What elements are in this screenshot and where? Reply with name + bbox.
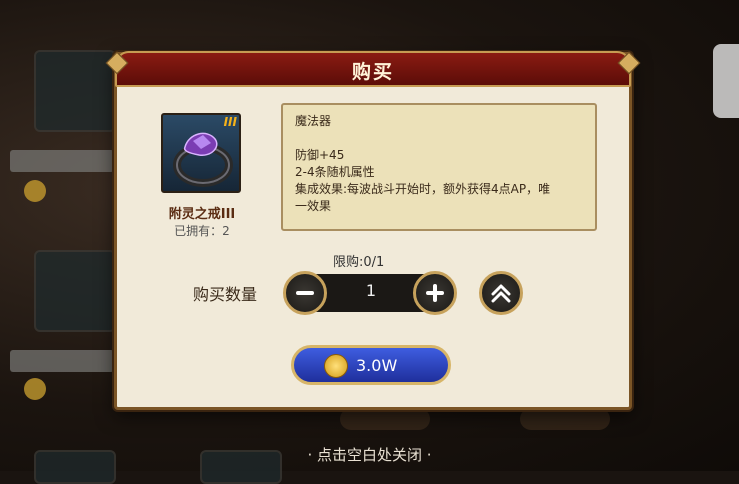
dialog-header: 购买: [115, 51, 631, 87]
background-item-slot: [34, 250, 116, 332]
background-shelf: [520, 408, 610, 430]
buy-button[interactable]: 3.0W: [291, 345, 451, 385]
item-icon-frame[interactable]: III: [161, 113, 241, 193]
description-line: 一效果: [295, 199, 332, 213]
purchase-dialog: 购买 III 附灵之戒III 已拥有：2 魔法器 防御+45 2-4条随机属性 …: [105, 51, 641, 410]
quantity-label: 购买数量: [193, 285, 258, 304]
description-line: [295, 130, 583, 147]
item-description: 魔法器 防御+45 2-4条随机属性 集成效果:每波战斗开始时，额外获得4点AP…: [281, 103, 597, 231]
increase-button[interactable]: [413, 271, 457, 315]
close-hint[interactable]: · 点击空白处关闭 ·: [0, 444, 739, 465]
double-chevron-up-icon: [491, 284, 511, 303]
description-line: 防御+45: [295, 148, 345, 162]
background-shelf: [340, 408, 430, 430]
minus-icon: [296, 291, 314, 295]
item-name: 附灵之戒III: [168, 207, 236, 222]
decrease-button[interactable]: [283, 271, 327, 315]
dialog-title: 购买: [351, 61, 394, 83]
price-label: 3.0W: [356, 356, 398, 375]
description-line: 魔法器: [295, 114, 332, 128]
background-item-label: [10, 350, 114, 372]
background-item-slot: [34, 50, 116, 132]
background-coin-icon: [24, 378, 46, 400]
plus-icon: [426, 284, 444, 302]
purchase-limit: 限购:0/1: [333, 255, 385, 270]
background-side-button: [713, 44, 739, 118]
description-line: 2-4条随机属性: [295, 165, 375, 179]
background-coin-icon: [24, 180, 46, 202]
item-owned-count: 已拥有：2: [174, 224, 230, 238]
description-line: 集成效果:每波战斗开始时，额外获得4点AP，唯: [295, 182, 551, 196]
max-quantity-button[interactable]: [479, 271, 523, 315]
gold-coin-icon: [324, 354, 348, 378]
background-item-label: [10, 150, 114, 172]
item-tier-badge: III: [223, 115, 237, 129]
